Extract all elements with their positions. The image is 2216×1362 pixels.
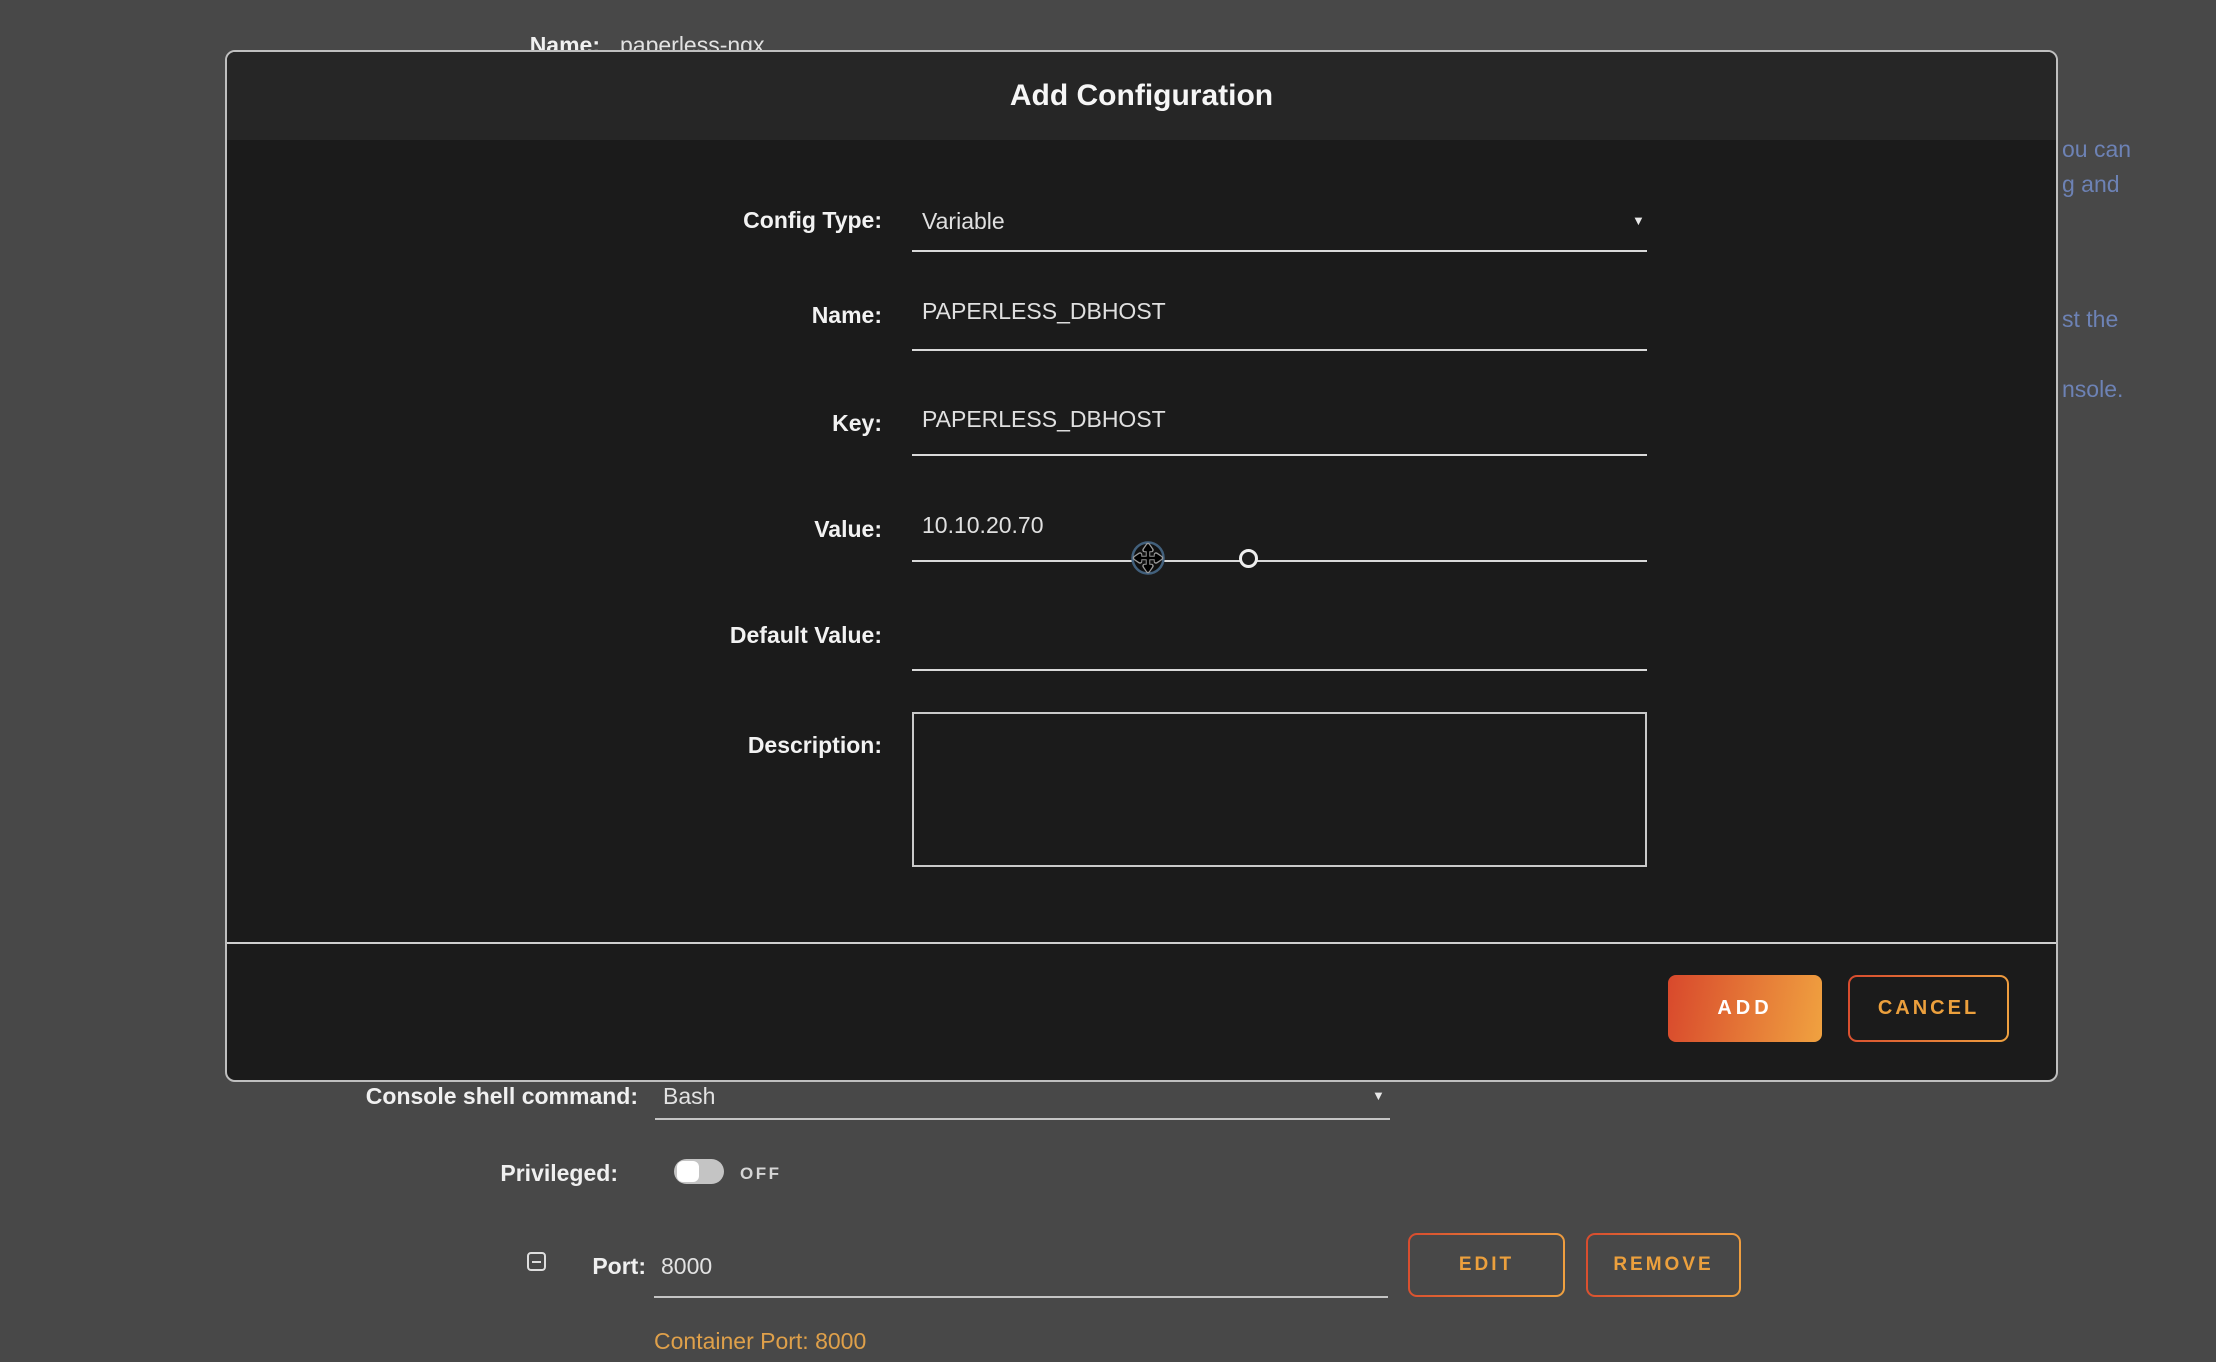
dropdown-arrow-icon[interactable]: ▼	[1372, 1089, 1385, 1102]
description-textarea[interactable]	[912, 712, 1647, 867]
clipped-help-text: nsole.	[2062, 376, 2123, 403]
config-type-select[interactable]: Variable	[922, 208, 1005, 235]
console-shell-select[interactable]: Bash	[663, 1083, 715, 1110]
clipped-help-text: g and	[2062, 171, 2120, 198]
pointer-dot-icon	[1239, 549, 1258, 568]
key-underline	[912, 454, 1647, 456]
privileged-toggle[interactable]	[674, 1159, 724, 1184]
port-value[interactable]: 8000	[661, 1253, 712, 1280]
edit-button[interactable]: EDIT	[1408, 1233, 1565, 1297]
toggle-knob-icon	[677, 1161, 699, 1182]
container-port-note: Container Port: 8000	[654, 1328, 866, 1355]
clipped-help-text: st the	[2062, 306, 2118, 333]
description-label: Description:	[522, 732, 882, 759]
remove-button[interactable]: REMOVE	[1586, 1233, 1741, 1297]
key-label: Key:	[522, 410, 882, 437]
value-input[interactable]	[922, 512, 1632, 539]
modal-footer-divider	[227, 942, 2056, 944]
key-input[interactable]	[922, 406, 1632, 433]
modal-header: Add Configuration	[227, 52, 2056, 140]
console-shell-underline	[655, 1118, 1390, 1120]
name-input[interactable]	[922, 298, 1632, 325]
console-shell-label: Console shell command:	[320, 1083, 638, 1110]
cancel-button[interactable]: CANCEL	[1848, 975, 2009, 1042]
dropdown-arrow-icon[interactable]: ▼	[1632, 214, 1645, 227]
port-underline	[654, 1296, 1388, 1298]
default-value-underline	[912, 669, 1647, 671]
name-label: Name:	[522, 302, 882, 329]
move-cursor-icon	[1128, 538, 1168, 578]
config-type-underline	[912, 250, 1647, 252]
add-button[interactable]: ADD	[1668, 975, 1822, 1042]
screen: Name: paperless-ngx ou can g and st the …	[0, 0, 2216, 1362]
config-type-label: Config Type:	[522, 207, 882, 234]
port-label: Port:	[440, 1253, 646, 1280]
value-label: Value:	[522, 516, 882, 543]
default-value-input[interactable]	[922, 618, 1632, 645]
privileged-state-text: OFF	[740, 1164, 782, 1184]
name-underline	[912, 349, 1647, 351]
modal-title: Add Configuration	[1010, 79, 1273, 113]
default-value-label: Default Value:	[522, 622, 882, 649]
privileged-label: Privileged:	[320, 1160, 618, 1187]
clipped-help-text: ou can	[2062, 136, 2131, 163]
value-underline	[912, 560, 1647, 562]
